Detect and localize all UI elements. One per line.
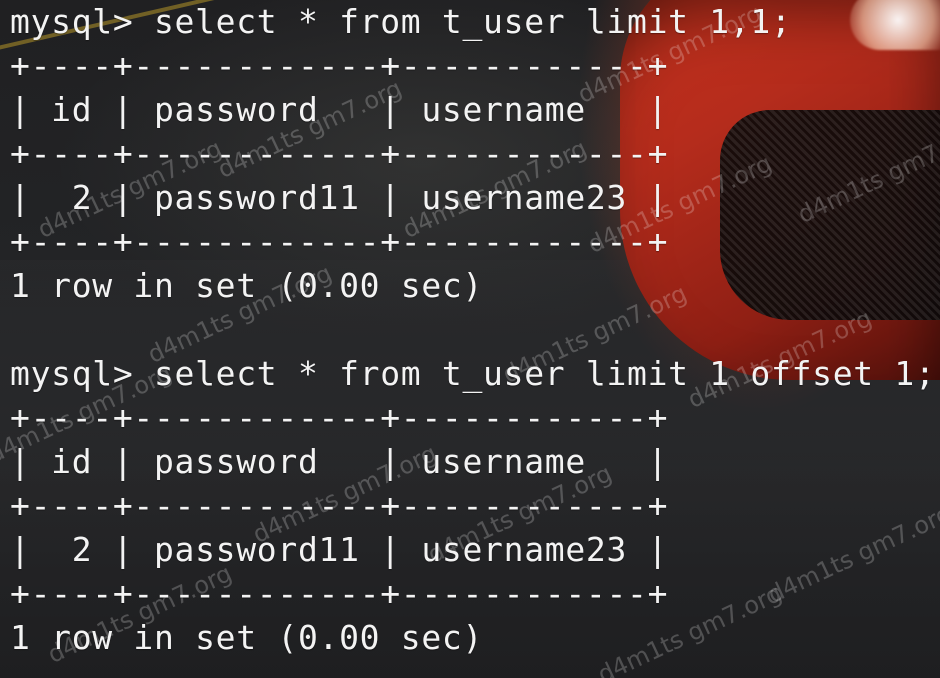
table-row: | 2 | password11 | username23 |: [10, 530, 669, 569]
table-border-line: +----+------------+------------+: [10, 398, 669, 437]
table-border-line: +----+------------+------------+: [10, 222, 669, 261]
table-header-row: | id | password | username |: [10, 442, 669, 481]
table-border-line: +----+------------+------------+: [10, 46, 669, 85]
result-status-line: 1 row in set (0.00 sec): [10, 266, 484, 305]
terminal-line-command: mysql> select * from t_user limit 1 offs…: [10, 354, 936, 393]
table-row: | 2 | password11 | username23 |: [10, 178, 669, 217]
terminal-output[interactable]: mysql> select * from t_user limit 1,1; +…: [10, 0, 935, 678]
terminal-window[interactable]: d4m1ts gm7.org d4m1ts gm7.org d4m1ts gm7…: [0, 0, 940, 678]
table-header-row: | id | password | username |: [10, 90, 669, 129]
terminal-line-command: mysql> select * from t_user limit 1,1;: [10, 2, 792, 41]
table-border-line: +----+------------+------------+: [10, 486, 669, 525]
table-border-line: +----+------------+------------+: [10, 574, 669, 613]
table-border-line: +----+------------+------------+: [10, 134, 669, 173]
result-status-line: 1 row in set (0.00 sec): [10, 618, 484, 657]
